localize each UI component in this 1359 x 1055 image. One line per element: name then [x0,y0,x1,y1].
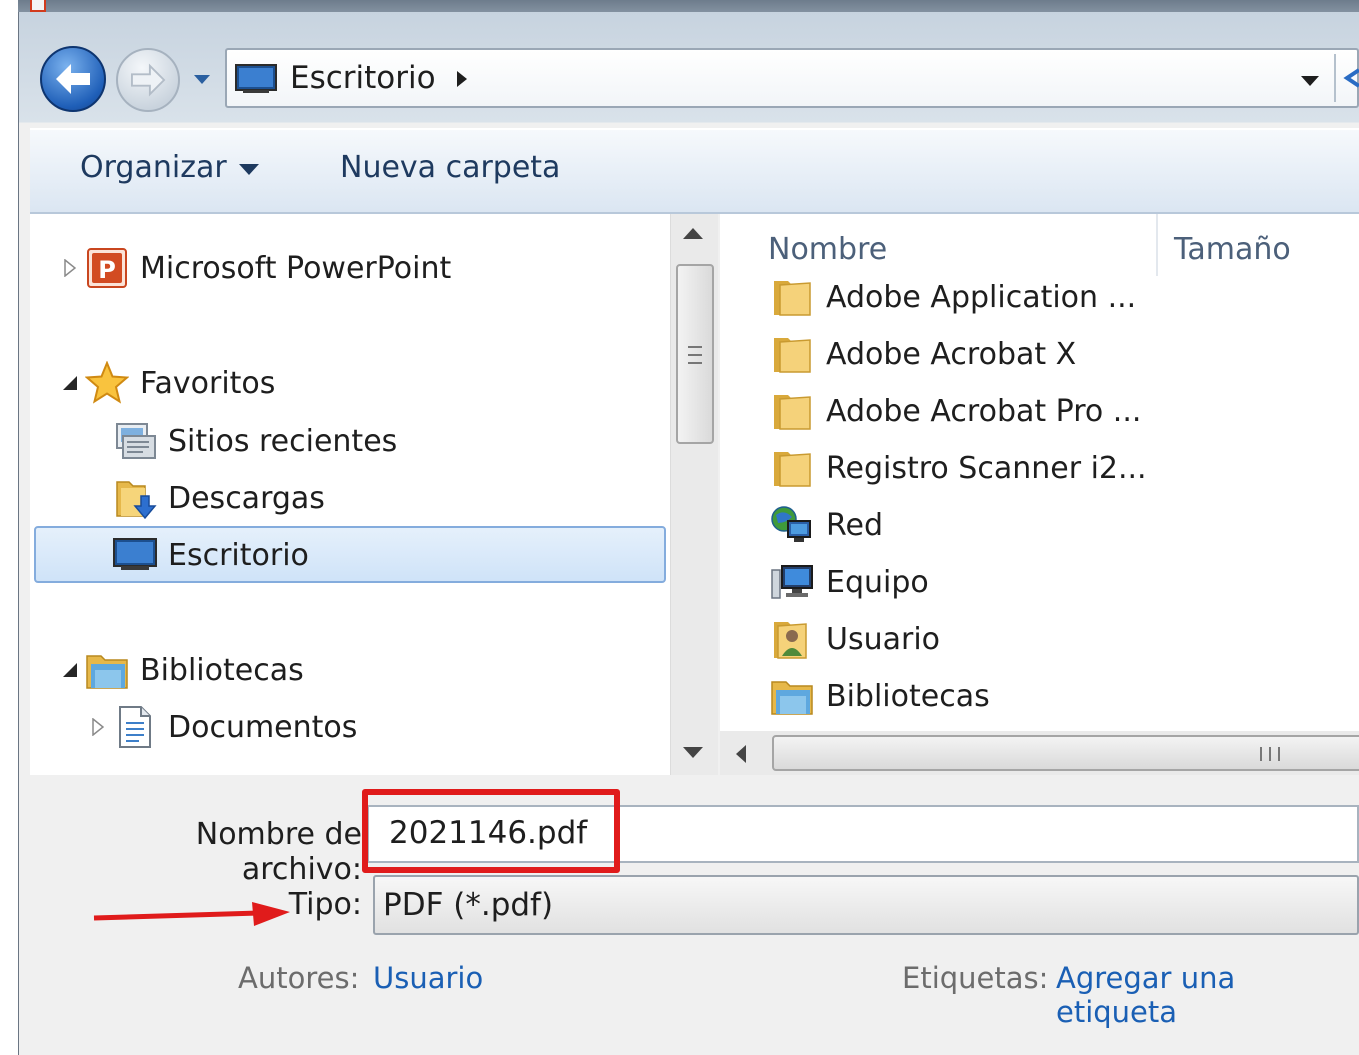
new-folder-label: Nueva carpeta [340,150,561,185]
address-location[interactable]: Escritorio [290,60,436,96]
recent-places-icon [112,418,158,464]
collapse-arrow-icon[interactable] [56,662,84,678]
chevron-down-icon [238,164,259,175]
file-label: Adobe Application ... [826,279,1137,315]
folder-icon [770,446,814,490]
nav-item-recent-places[interactable]: Sitios recientes [84,413,397,469]
file-label: Equipo [826,564,929,600]
app-icon [30,0,46,12]
back-button[interactable] [40,46,106,112]
title-bar [18,0,1359,12]
nav-item-libraries[interactable]: Bibliotecas [56,642,304,698]
grip-icon [1260,747,1280,761]
command-bar: Organizar Nueva carpeta [30,128,1359,214]
file-label: Red [826,507,883,543]
chevron-right-icon [457,71,467,87]
computer-icon [770,560,814,604]
list-item[interactable]: Bibliotecas [770,668,990,724]
file-label: Adobe Acrobat Pro ... [826,393,1142,429]
desktop-icon [235,64,277,93]
forward-button[interactable] [116,48,180,112]
expand-arrow-icon[interactable] [56,259,84,277]
list-item[interactable]: Adobe Application ... [770,269,1136,325]
scroll-up-icon[interactable] [683,228,703,239]
filename-input[interactable]: 2021146.pdf [367,805,1359,863]
breadcrumb-arrow[interactable] [452,68,472,90]
horizontal-scrollbar[interactable] [720,731,1359,775]
folder-icon [770,275,814,319]
nav-item-desktop[interactable]: Escritorio [84,527,309,583]
scroll-thumb[interactable] [772,735,1359,771]
grip-icon [688,346,702,364]
scroll-thumb[interactable] [676,264,714,444]
downloads-folder-icon [112,475,158,521]
tags-value[interactable]: Agregar una etiqueta [1056,961,1359,1029]
file-type-value: PDF (*.pdf) [383,887,554,923]
nav-item-label: Sitios recientes [168,423,398,459]
red-arrow-annotation [93,902,290,926]
navigation-pane: P Microsoft PowerPoint Favoritos Sitios … [30,214,670,775]
filename-value[interactable]: 2021146.pdf [389,815,587,851]
organize-label: Organizar [80,150,227,185]
network-icon [770,503,814,547]
file-type-select[interactable]: PDF (*.pdf) [373,875,1359,935]
filename-label: Nombre de archivo: [195,817,362,887]
save-form: Nombre de archivo: 2021146.pdf Tipo: PDF… [30,775,1359,1055]
folder-icon [770,389,814,433]
powerpoint-icon: P [84,245,130,291]
file-label: Adobe Acrobat X [826,336,1077,372]
file-label: Usuario [826,621,941,657]
desktop-icon [112,532,158,578]
back-arrow-icon [56,64,90,94]
file-list: Nombre Tamaño Adobe Application ... Adob… [720,214,1359,775]
list-item[interactable]: Equipo [770,554,929,610]
authors-label: Autores: [238,961,360,995]
user-folder-icon [770,617,814,661]
column-header-name[interactable]: Nombre [768,232,887,267]
list-item[interactable]: Adobe Acrobat Pro ... [770,383,1141,439]
star-icon [84,360,130,406]
forward-arrow-icon [131,63,166,97]
authors-value[interactable]: Usuario [373,961,483,995]
list-item[interactable]: Usuario [770,611,940,667]
nav-item-label: Favoritos [140,365,276,401]
nav-item-label: Microsoft PowerPoint [140,250,452,286]
address-bar[interactable]: Escritorio [225,48,1359,108]
document-icon [112,704,158,750]
column-header-size[interactable]: Tamaño [1174,232,1291,267]
new-folder-button[interactable]: Nueva carpeta [340,150,560,185]
expand-arrow-icon[interactable] [84,718,112,736]
address-history-dropdown[interactable] [1297,68,1323,94]
libraries-icon [84,647,130,693]
scroll-down-icon[interactable] [683,747,703,758]
nav-item-downloads[interactable]: Descargas [84,470,325,526]
nav-item-documents[interactable]: Documentos [84,699,357,755]
list-item[interactable]: Red [770,497,883,553]
chevron-down-icon [1301,76,1319,86]
file-label: Registro Scanner i2... [826,450,1147,486]
column-divider[interactable] [1156,214,1158,276]
collapse-arrow-icon[interactable] [56,375,84,391]
nav-item-favorites[interactable]: Favoritos [56,355,275,411]
address-divider [1334,54,1336,102]
nav-item-powerpoint[interactable]: P Microsoft PowerPoint [56,240,451,296]
folder-icon [770,332,814,376]
navigation-scrollbar[interactable] [670,214,718,775]
list-item[interactable]: Registro Scanner i2... [770,440,1147,496]
chevron-down-icon [194,75,210,84]
nav-item-label: Escritorio [168,537,309,573]
file-label: Bibliotecas [826,678,990,714]
refresh-icon[interactable] [1343,64,1359,94]
nav-item-label: Bibliotecas [140,652,304,688]
nav-item-label: Documentos [168,709,358,745]
organize-button[interactable]: Organizar [80,150,259,185]
tags-label: Etiquetas: [902,961,1049,995]
svg-text:P: P [98,256,116,284]
scroll-left-icon[interactable] [736,745,746,763]
libraries-icon [770,674,814,718]
nav-item-label: Descargas [168,480,325,516]
recent-locations-dropdown[interactable] [192,70,212,90]
list-item[interactable]: Adobe Acrobat X [770,326,1076,382]
